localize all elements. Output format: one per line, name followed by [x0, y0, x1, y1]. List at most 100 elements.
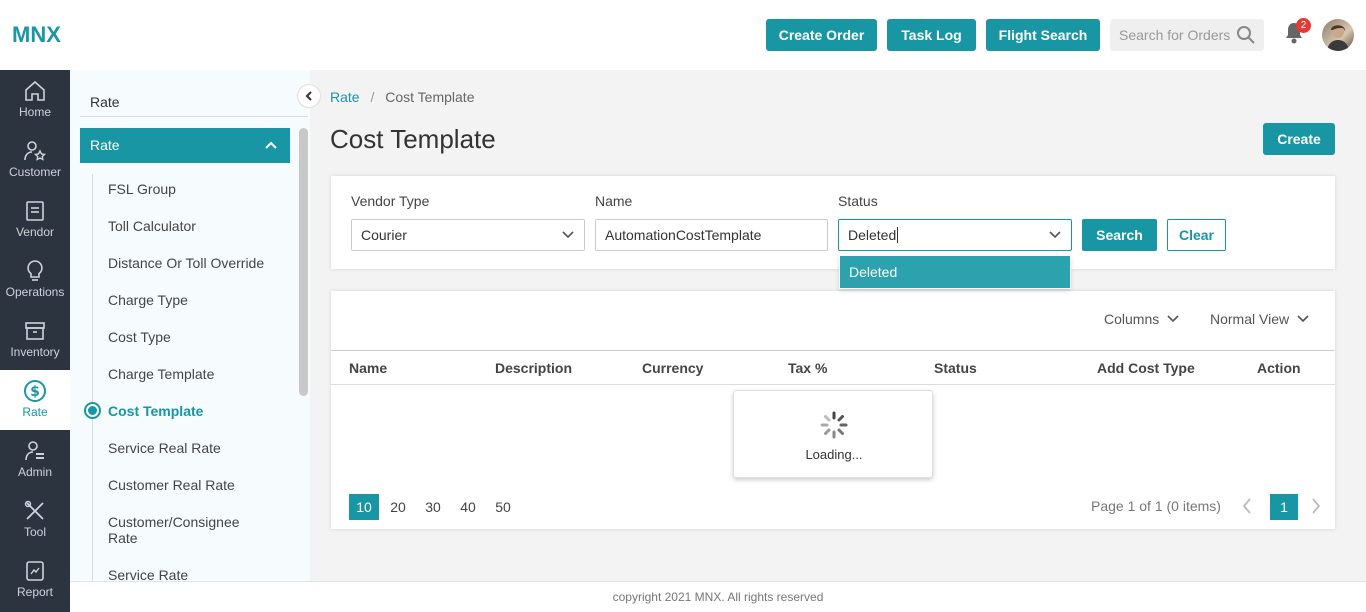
- active-indicator-dot: [84, 402, 101, 419]
- status-label: Status: [838, 193, 878, 209]
- archive-icon: [25, 322, 45, 340]
- tools-icon: [24, 500, 44, 520]
- chevron-down-icon: [562, 231, 574, 239]
- flight-search-button[interactable]: Flight Search: [986, 19, 1100, 51]
- dollar-icon: $: [24, 380, 46, 402]
- nav-operations[interactable]: Operations: [0, 250, 70, 310]
- name-input-value: AutomationCostTemplate: [605, 227, 762, 243]
- sidebar-divider: [80, 116, 308, 117]
- column-header-tax[interactable]: Tax %: [788, 360, 827, 376]
- spinner-icon: [820, 411, 848, 439]
- footer: copyright 2021 MNX. All rights reserved: [70, 581, 1366, 612]
- avatar[interactable]: [1322, 19, 1354, 51]
- order-search-placeholder: Search for Orders: [1119, 27, 1231, 43]
- view-label: Normal View: [1210, 311, 1290, 327]
- breadcrumb-separator: /: [370, 89, 375, 105]
- sidebar-item-service-real-rate[interactable]: Service Real Rate: [108, 440, 221, 456]
- sidebar-item-charge-template[interactable]: Charge Template: [108, 366, 214, 382]
- results-grid: Columns Normal View Name Description Cur…: [331, 291, 1335, 529]
- status-option-deleted[interactable]: Deleted: [840, 256, 1070, 288]
- nav-rate[interactable]: $ Rate: [0, 370, 70, 430]
- search-icon[interactable]: [1236, 25, 1256, 45]
- vendor-type-select[interactable]: Courier: [351, 219, 585, 251]
- page-size-20[interactable]: 20: [387, 494, 409, 520]
- column-header-add-cost-type[interactable]: Add Cost Type: [1097, 360, 1195, 376]
- sidebar-item-distance-toll-override[interactable]: Distance Or Toll Override: [108, 255, 264, 271]
- rate-sidebar: Rate Rate FSL Group Toll Calculator Dist…: [70, 70, 310, 594]
- nav-admin-label: Admin: [17, 465, 52, 479]
- sidebar-title: Rate: [90, 94, 120, 110]
- loading-text: Loading...: [805, 447, 863, 462]
- page-size-40[interactable]: 40: [457, 494, 479, 520]
- main-nav: Home Customer Vendor Operations Inventor…: [0, 70, 70, 612]
- nav-operations-label: Operations: [5, 285, 65, 299]
- page-info: Page 1 of 1 (0 items): [1091, 498, 1221, 514]
- page-size-50[interactable]: 50: [492, 494, 514, 520]
- column-header-action[interactable]: Action: [1257, 360, 1301, 376]
- columns-menu[interactable]: Columns: [1104, 311, 1179, 327]
- order-search-input[interactable]: Search for Orders: [1110, 19, 1264, 51]
- view-menu[interactable]: Normal View: [1210, 311, 1309, 327]
- breadcrumb-rate-link[interactable]: Rate: [330, 89, 360, 105]
- sidebar-scrollbar[interactable]: [299, 128, 308, 396]
- lightbulb-icon: [27, 260, 43, 281]
- nav-inventory[interactable]: Inventory: [0, 310, 70, 370]
- columns-label: Columns: [1104, 311, 1160, 327]
- status-dropdown-list: Deleted: [839, 255, 1071, 289]
- nav-vendor[interactable]: Vendor: [0, 190, 70, 250]
- nav-home[interactable]: Home: [0, 70, 70, 130]
- status-select[interactable]: Deleted: [838, 219, 1072, 251]
- chevron-left-icon[interactable]: [1241, 498, 1253, 514]
- filter-panel: Vendor Type Courier Name AutomationCostT…: [331, 176, 1335, 269]
- nav-admin[interactable]: Admin: [0, 430, 70, 490]
- chevron-right-icon[interactable]: [1310, 498, 1322, 514]
- column-header-currency[interactable]: Currency: [642, 360, 703, 376]
- nav-tool-label: Tool: [23, 525, 46, 539]
- vendor-type-value: Courier: [361, 227, 407, 243]
- page-size-10[interactable]: 10: [349, 494, 379, 520]
- nav-report[interactable]: Report: [0, 550, 70, 610]
- loading-panel: Loading...: [733, 390, 933, 478]
- sidebar-group-label: Rate: [90, 137, 120, 153]
- notification-badge: 2: [1296, 18, 1311, 33]
- task-log-button[interactable]: Task Log: [887, 19, 976, 51]
- status-select-value: Deleted: [848, 227, 897, 243]
- page-number-1[interactable]: 1: [1270, 494, 1298, 520]
- sidebar-item-cost-template[interactable]: Cost Template: [108, 403, 203, 419]
- create-button[interactable]: Create: [1263, 123, 1335, 155]
- page-title: Cost Template: [330, 124, 496, 154]
- nav-home-label: Home: [18, 105, 51, 119]
- home-icon: [25, 80, 45, 101]
- collapse-sidebar-button[interactable]: [297, 84, 321, 108]
- chevron-down-icon: [1167, 315, 1179, 323]
- clear-button[interactable]: Clear: [1167, 219, 1226, 251]
- nav-report-label: Report: [16, 585, 54, 599]
- column-header-name[interactable]: Name: [349, 360, 387, 376]
- mnx-logo[interactable]: MNX: [12, 22, 61, 48]
- column-header-description[interactable]: Description: [495, 360, 572, 376]
- create-order-button[interactable]: Create Order: [766, 19, 877, 51]
- chevron-down-icon: [1049, 231, 1061, 239]
- sidebar-item-fsl-group[interactable]: FSL Group: [108, 181, 176, 197]
- sidebar-tree-line: [92, 174, 93, 594]
- chevron-left-icon: [305, 91, 312, 101]
- sidebar-item-charge-type[interactable]: Charge Type: [108, 292, 188, 308]
- column-header-status[interactable]: Status: [934, 360, 977, 376]
- nav-rate-label: Rate: [22, 405, 48, 419]
- sidebar-item-cost-type[interactable]: Cost Type: [108, 329, 171, 345]
- name-input[interactable]: AutomationCostTemplate: [595, 219, 828, 251]
- sidebar-item-customer-consignee-rate[interactable]: Customer/Consignee Rate: [108, 514, 258, 546]
- page-size-30[interactable]: 30: [422, 494, 444, 520]
- breadcrumb-current: Cost Template: [385, 89, 475, 105]
- svg-text:$: $: [30, 384, 40, 400]
- sidebar-item-toll-calculator[interactable]: Toll Calculator: [108, 218, 196, 234]
- sidebar-item-customer-real-rate[interactable]: Customer Real Rate: [108, 477, 235, 493]
- nav-customer-label: Customer: [8, 165, 61, 179]
- sidebar-group-rate[interactable]: Rate: [80, 128, 290, 163]
- nav-tool[interactable]: Tool: [0, 490, 70, 550]
- nav-customer[interactable]: Customer: [0, 130, 70, 190]
- chevron-up-icon[interactable]: [264, 128, 278, 163]
- admin-icon: [25, 441, 44, 461]
- search-button[interactable]: Search: [1082, 219, 1157, 251]
- chevron-down-icon: [1297, 315, 1309, 323]
